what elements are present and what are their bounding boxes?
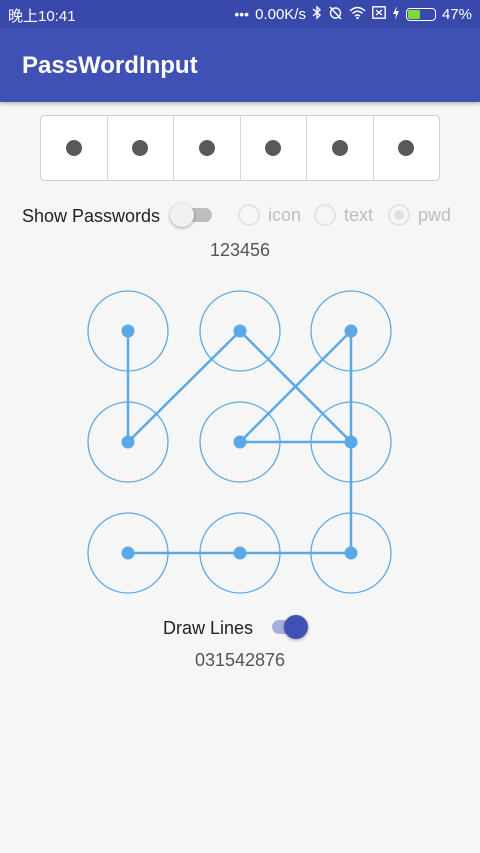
draw-lines-switch[interactable] xyxy=(268,615,308,639)
pattern-node-dot xyxy=(121,324,135,338)
pattern-node-dot xyxy=(121,435,135,449)
pattern-node-dot xyxy=(121,546,135,560)
pattern-node-dot xyxy=(233,435,247,449)
draw-lines-label: Draw Lines xyxy=(163,618,254,638)
pattern-node-dot xyxy=(233,546,247,560)
pattern-line-segment xyxy=(126,329,242,444)
pattern-node-dot xyxy=(344,324,358,338)
pattern-node-dot xyxy=(344,435,358,449)
pattern-sequence: 031542876 xyxy=(194,650,286,670)
switch-thumb xyxy=(284,615,308,639)
lock-pattern[interactable] xyxy=(0,0,480,853)
pattern-node-dot xyxy=(233,324,247,338)
pattern-node-dot xyxy=(344,546,358,560)
